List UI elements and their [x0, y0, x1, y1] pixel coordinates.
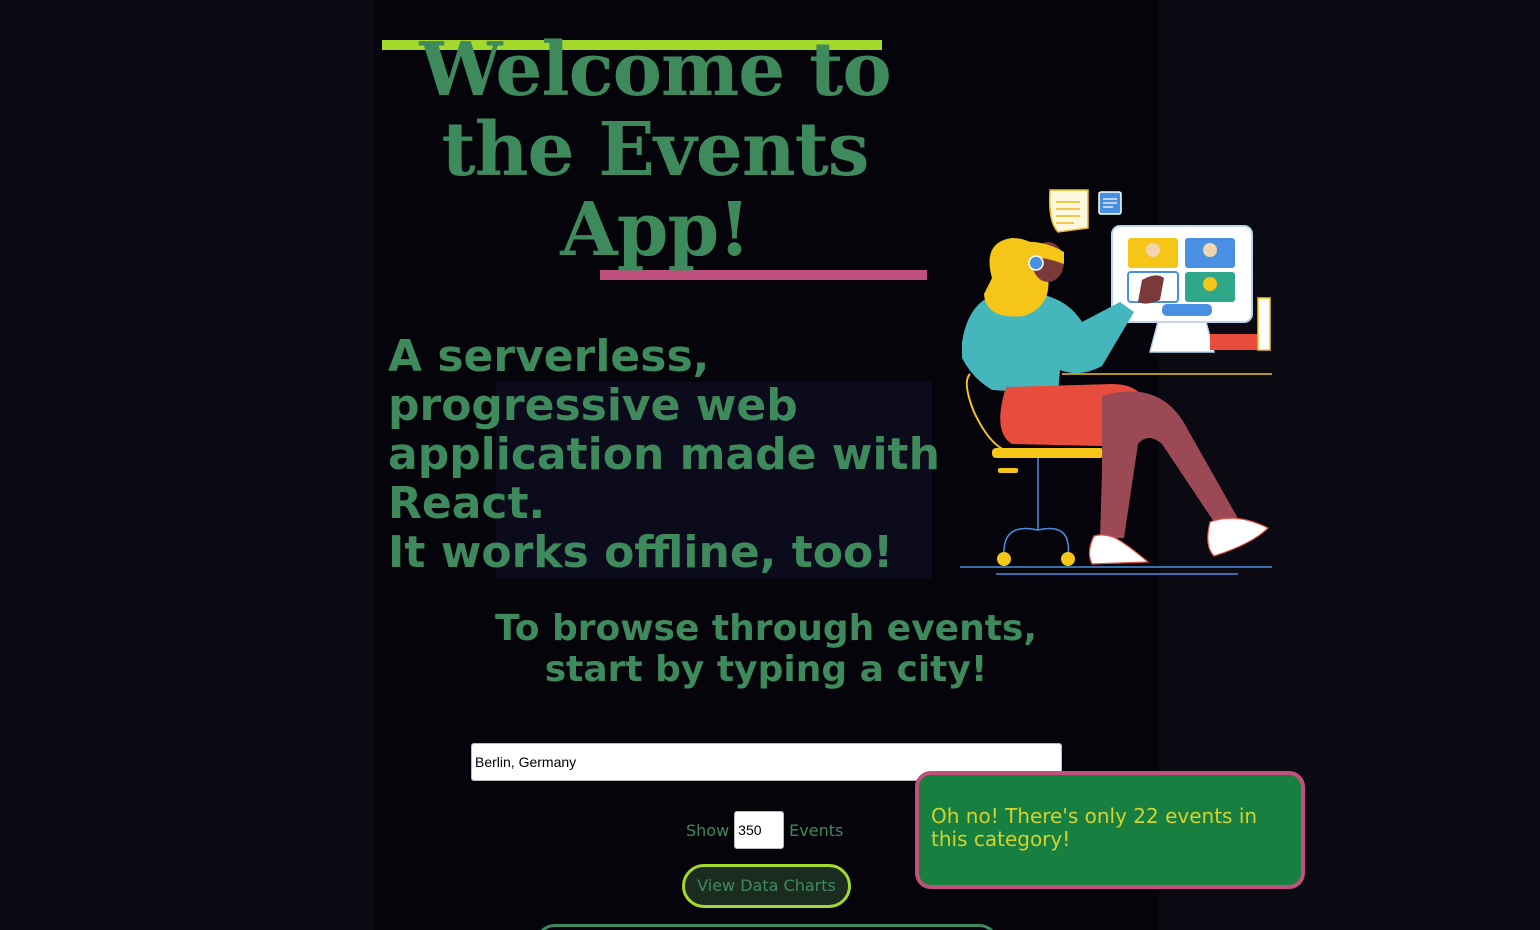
view-data-charts-button[interactable]: View Data Charts — [682, 864, 851, 908]
page-title-line: App! — [560, 187, 750, 273]
tagline-line: React. — [388, 478, 546, 529]
tagline-line: progressive web — [388, 380, 798, 431]
page-title: Welcome to the Events App! — [400, 30, 910, 270]
tagline: A serverless, progressive web applicatio… — [388, 331, 940, 578]
page-title-line: Welcome to — [419, 27, 891, 113]
woman-video-call-illustration — [960, 189, 1272, 575]
events-alert: Oh no! There's only 22 events in this ca… — [915, 771, 1305, 889]
search-prompt: To browse through events, start by typin… — [494, 608, 1038, 690]
number-of-events-label-before: Show — [686, 820, 730, 840]
tagline-line: A serverless, — [388, 331, 710, 382]
number-of-events: Show Events — [686, 811, 843, 849]
number-of-events-input[interactable] — [734, 811, 785, 849]
number-of-events-label-after: Events — [789, 820, 844, 840]
next-section-outline — [535, 924, 999, 930]
page-title-line: the Events — [441, 107, 870, 193]
tagline-line: application made with — [388, 429, 940, 480]
tagline-line: It works offline, too! — [388, 527, 894, 578]
